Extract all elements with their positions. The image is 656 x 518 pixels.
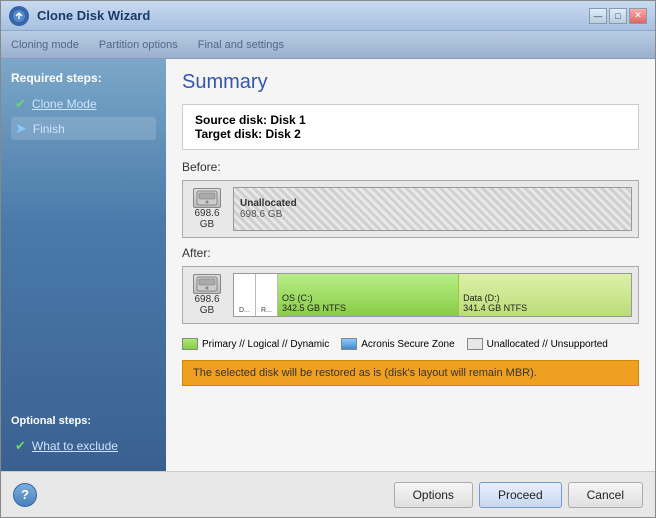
after-label: After: <box>182 246 639 260</box>
before-label: Before: <box>182 160 639 174</box>
before-partition-bar: Unallocated 698.6 GB <box>233 187 632 231</box>
wizard-nav: Cloning mode Partition options Final and… <box>1 31 655 59</box>
required-steps-label: Required steps: <box>11 71 156 85</box>
legend-acronis-label: Acronis Secure Zone <box>361 339 454 350</box>
close-button[interactable]: ✕ <box>629 8 647 24</box>
optional-steps: Optional steps: ✔ What to exclude <box>11 415 156 459</box>
partition-d: Data (D:) 341.4 GB NTFS <box>459 274 631 316</box>
partition-c-label: OS (C:) <box>282 293 454 303</box>
options-button[interactable]: Options <box>394 482 473 508</box>
unalloc-label: Unallocated <box>240 198 625 209</box>
legend: Primary // Logical // Dynamic Acronis Se… <box>182 338 639 350</box>
after-disk-size: 698.6 GB <box>189 294 225 316</box>
finish-label: Finish <box>33 122 65 136</box>
sys1-label: D... <box>239 307 250 314</box>
legend-primary-box <box>182 338 198 350</box>
after-disk-img <box>193 274 221 294</box>
warning-text: The selected disk will be restored as is… <box>193 367 537 379</box>
window-title: Clone Disk Wizard <box>37 8 589 23</box>
sys2-label: R... <box>261 307 272 314</box>
partition-c-size: 342.5 GB NTFS <box>282 303 454 313</box>
footer-left: ? <box>13 483 37 507</box>
app-icon <box>9 6 29 26</box>
titlebar: Clone Disk Wizard — □ ✕ <box>1 1 655 31</box>
nav-step-3[interactable]: Final and settings <box>198 39 284 51</box>
target-label: Target disk: Disk 2 <box>195 127 301 141</box>
sidebar-item-clone-mode[interactable]: ✔ Clone Mode <box>11 93 156 115</box>
partition-d-size: 341.4 GB NTFS <box>463 303 627 313</box>
page-title: Summary <box>182 71 639 94</box>
after-disk-visual: 698.6 GB D... R... OS (C:) 342.5 GB <box>182 266 639 324</box>
sidebar-item-finish[interactable]: ➤ Finish <box>11 117 156 140</box>
legend-acronis-box <box>341 338 357 350</box>
after-section: After: 698.6 GB <box>182 246 639 324</box>
window-controls: — □ ✕ <box>589 8 647 24</box>
content-area: Summary Source disk: Disk 1 Target disk:… <box>166 59 655 471</box>
before-disk-visual: 698.6 GB Unallocated 698.6 GB <box>182 180 639 238</box>
disk-img <box>193 188 221 208</box>
proceed-button[interactable]: Proceed <box>479 482 562 508</box>
source-disk-info: Source disk: Disk 1 <box>195 113 626 127</box>
check-icon: ✔ <box>15 96 26 112</box>
before-disk-icon: 698.6 GB <box>189 191 225 227</box>
unalloc-size: 698.6 GB <box>240 209 625 220</box>
after-disk-icon: 698.6 GB <box>189 277 225 313</box>
after-partition-bar: D... R... OS (C:) 342.5 GB NTFS <box>233 273 632 317</box>
main-content: Required steps: ✔ Clone Mode ➤ Finish Op… <box>1 59 655 471</box>
unallocated-partition: Unallocated 698.6 GB <box>234 188 631 230</box>
maximize-button[interactable]: □ <box>609 8 627 24</box>
partition-d-label: Data (D:) <box>463 293 627 303</box>
footer-buttons: Options Proceed Cancel <box>394 482 643 508</box>
summary-info: Source disk: Disk 1 Target disk: Disk 2 <box>182 104 639 150</box>
legend-acronis: Acronis Secure Zone <box>341 338 454 350</box>
sidebar-item-exclude[interactable]: ✔ What to exclude <box>11 435 156 457</box>
nav-step-2[interactable]: Partition options <box>99 39 178 51</box>
legend-primary-label: Primary // Logical // Dynamic <box>202 339 329 350</box>
before-section: Before: 698.6 GB <box>182 160 639 238</box>
target-disk-info: Target disk: Disk 2 <box>195 127 626 141</box>
partition-sys2: R... <box>256 274 278 316</box>
exclude-link[interactable]: What to exclude <box>32 439 118 453</box>
cancel-button[interactable]: Cancel <box>568 482 643 508</box>
legend-primary: Primary // Logical // Dynamic <box>182 338 329 350</box>
source-label: Source disk: Disk 1 <box>195 113 306 127</box>
check-icon-2: ✔ <box>15 438 26 454</box>
sidebar: Required steps: ✔ Clone Mode ➤ Finish Op… <box>1 59 166 471</box>
footer: ? Options Proceed Cancel <box>1 471 655 517</box>
arrow-icon: ➤ <box>15 120 27 137</box>
minimize-button[interactable]: — <box>589 8 607 24</box>
partition-sys1: D... <box>234 274 256 316</box>
legend-unalloc-label: Unallocated // Unsupported <box>487 339 608 350</box>
optional-steps-label: Optional steps: <box>11 415 156 427</box>
before-disk-size: 698.6 GB <box>189 208 225 230</box>
wizard-window: Clone Disk Wizard — □ ✕ Cloning mode Par… <box>0 0 656 518</box>
warning-message: The selected disk will be restored as is… <box>182 360 639 386</box>
nav-step-1[interactable]: Cloning mode <box>11 39 79 51</box>
legend-unalloc-box <box>467 338 483 350</box>
clone-mode-link[interactable]: Clone Mode <box>32 97 97 111</box>
partition-c: OS (C:) 342.5 GB NTFS <box>278 274 459 316</box>
help-button[interactable]: ? <box>13 483 37 507</box>
legend-unalloc: Unallocated // Unsupported <box>467 338 608 350</box>
